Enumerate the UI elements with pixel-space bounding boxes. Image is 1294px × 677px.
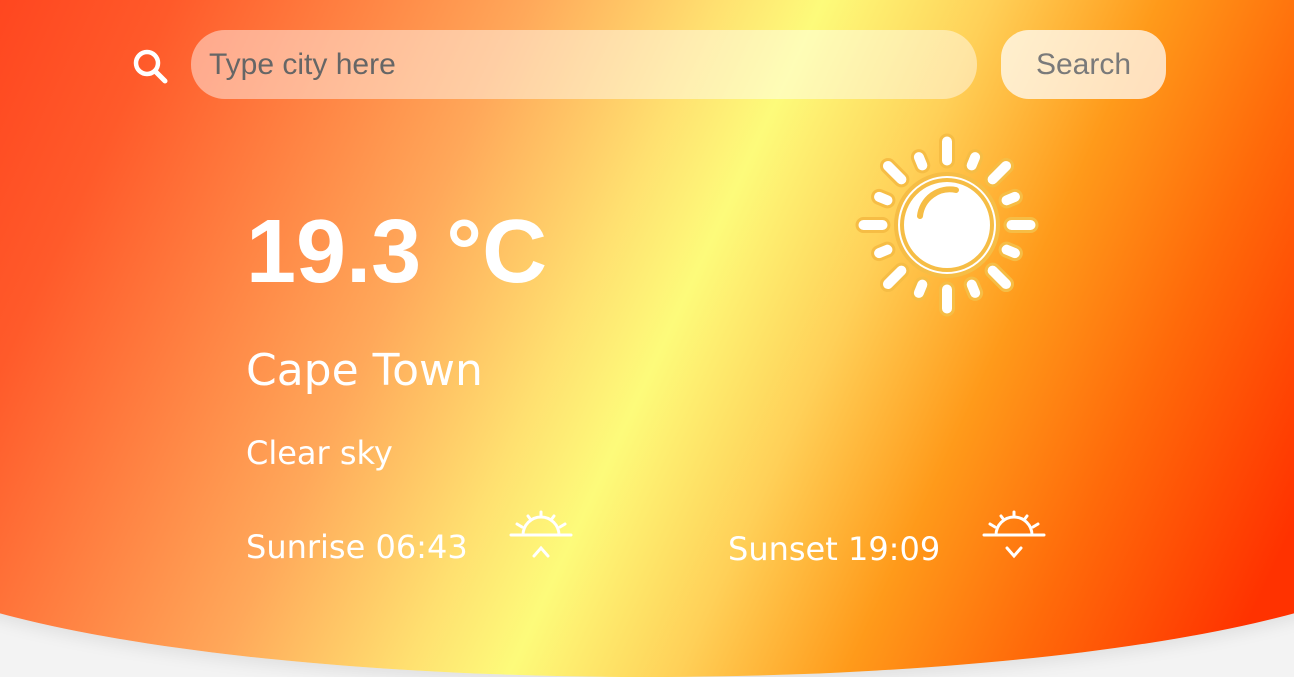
sunrise-icon — [509, 510, 573, 558]
sunset-icon — [982, 510, 1046, 559]
sun-ray — [939, 133, 955, 169]
sun-ray — [984, 262, 1015, 293]
sun-ray — [879, 262, 910, 293]
sunset-time: Sunset 19:09 — [728, 530, 941, 568]
sun-ray — [998, 241, 1023, 262]
sun-ray — [1003, 217, 1039, 233]
sun-ray — [855, 217, 891, 233]
sun-icon — [855, 133, 1039, 317]
city-name: Cape Town — [246, 345, 483, 396]
sun-ray — [871, 188, 896, 209]
weather-app: Search 19.3 °C Cape Town Clear sky Sunri… — [0, 0, 1294, 677]
sun-ray — [910, 276, 931, 301]
search-icon[interactable] — [130, 46, 170, 86]
sun-ray — [998, 188, 1023, 209]
temperature-value: 19.3 °C — [246, 202, 548, 302]
sun-ray — [871, 241, 896, 262]
search-field[interactable] — [191, 29, 977, 100]
sun-ray — [984, 157, 1015, 188]
sun-ray — [963, 276, 984, 301]
search-button[interactable]: Search — [1001, 30, 1166, 99]
search-input[interactable] — [207, 29, 977, 100]
gradient-background — [0, 0, 1294, 677]
sun-ray — [963, 149, 984, 174]
sunrise-time: Sunrise 06:43 — [246, 528, 468, 566]
sun-ray — [879, 157, 910, 188]
sun-ray — [910, 149, 931, 174]
weather-description: Clear sky — [246, 434, 393, 472]
sun-ray — [939, 281, 955, 317]
